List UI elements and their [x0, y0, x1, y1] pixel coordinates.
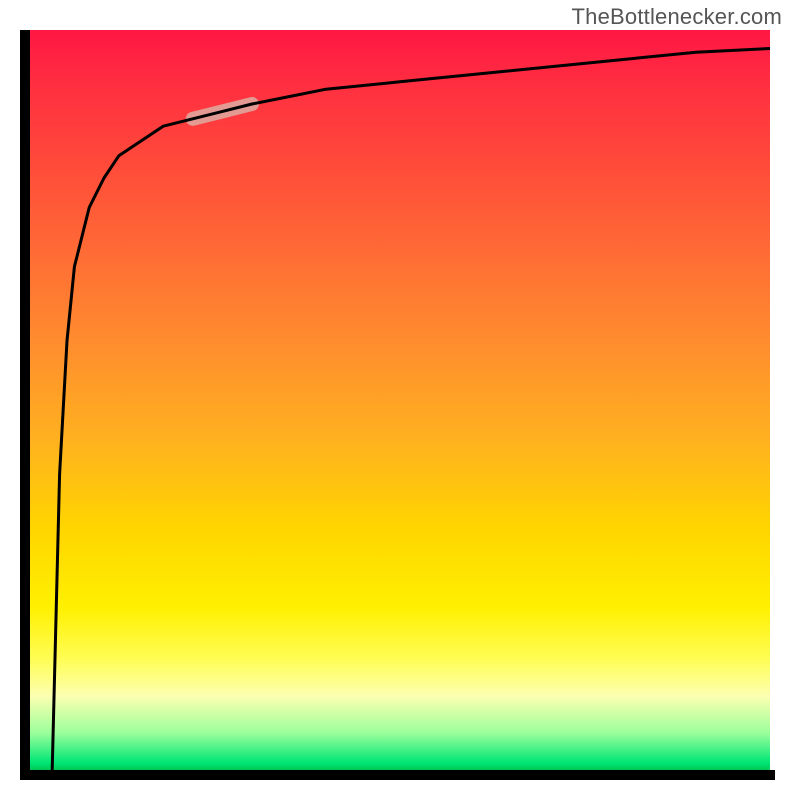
x-axis — [20, 770, 775, 780]
y-axis — [20, 30, 30, 775]
bottleneck-curve — [52, 49, 770, 771]
bottleneck-chart: TheBottlenecker.com — [0, 0, 800, 800]
watermark-text: TheBottlenecker.com — [572, 4, 782, 30]
curve-layer — [30, 30, 770, 770]
